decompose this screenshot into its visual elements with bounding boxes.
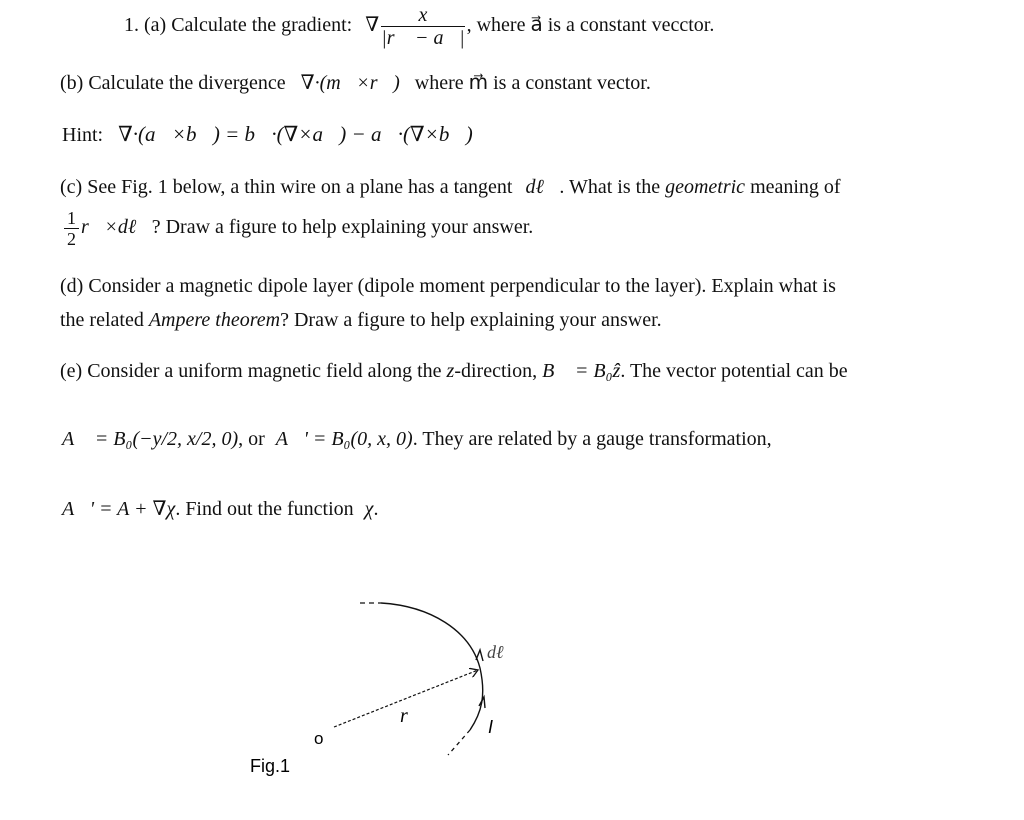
figure-caption: Fig.1 xyxy=(250,756,290,776)
dl-label: dℓ⃗ xyxy=(487,642,518,662)
wire-curve xyxy=(380,602,484,731)
origin-label: o xyxy=(314,729,323,748)
wire-dashed-bottom xyxy=(447,729,471,756)
figure-1: o r⃗ dℓ⃗ I Fig.1 xyxy=(250,602,518,776)
r-label: r⃗ xyxy=(400,705,423,727)
current-label: I xyxy=(488,717,493,737)
